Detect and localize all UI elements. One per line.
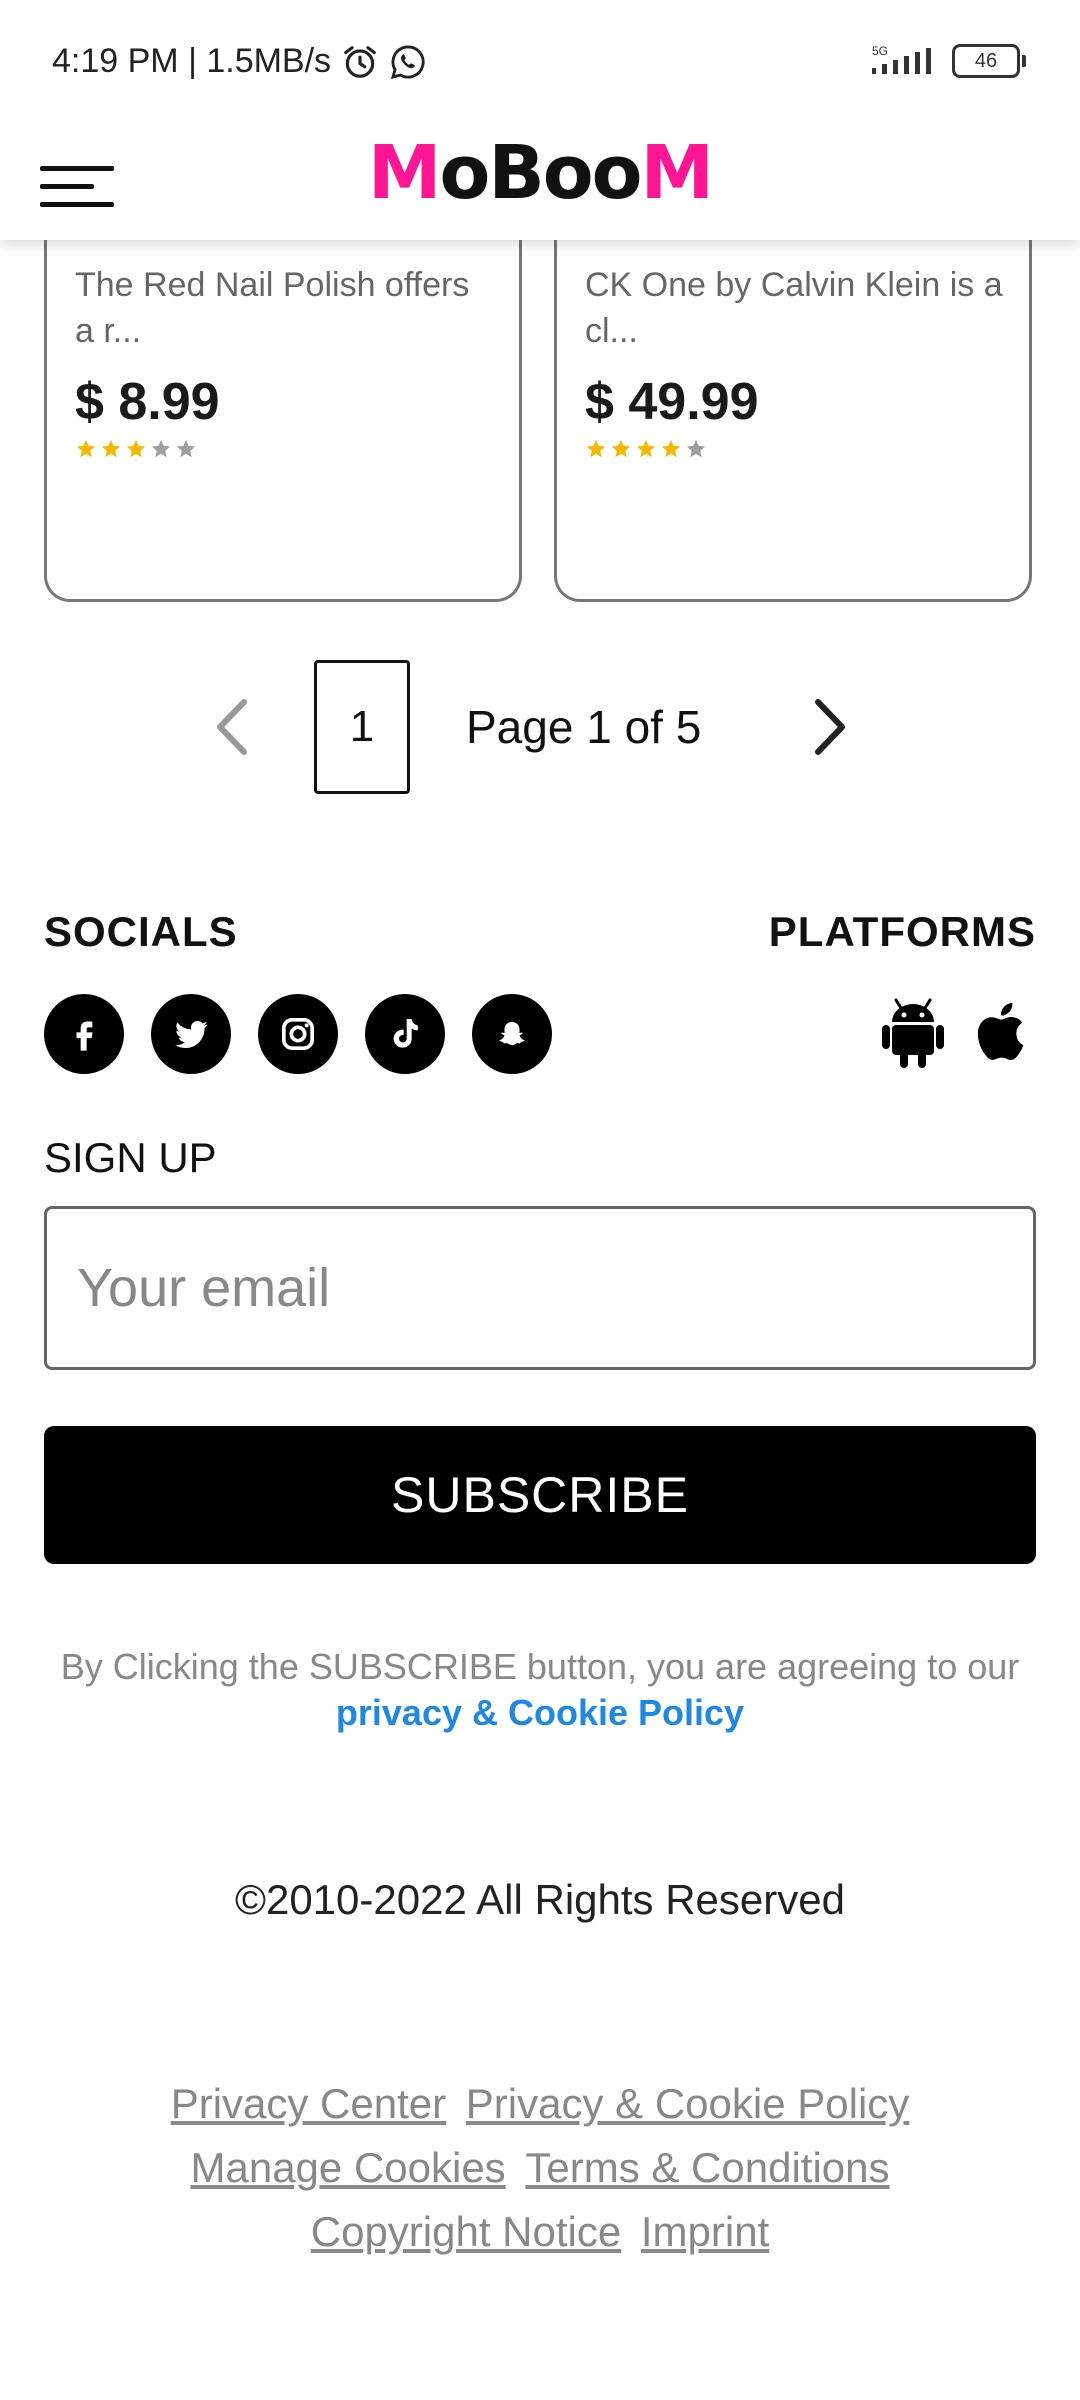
social-links xyxy=(44,994,552,1074)
product-price: $ 8.99 xyxy=(75,373,220,431)
star-filled-icon xyxy=(611,439,631,458)
product-price: $ 49.99 xyxy=(585,373,759,431)
apple-icon[interactable] xyxy=(974,994,1036,1068)
twitter-icon[interactable] xyxy=(151,994,231,1074)
whatsapp-icon xyxy=(390,45,425,79)
brand-logo[interactable]: MoBooM xyxy=(0,130,1080,216)
subscribe-button[interactable]: SUBSCRIBE xyxy=(44,1426,1036,1564)
tiktok-icon[interactable] xyxy=(365,994,445,1074)
logo-letter-middle: oBoo xyxy=(439,130,643,216)
status-right: 5G 46 xyxy=(868,44,1026,78)
instagram-icon[interactable] xyxy=(258,994,338,1074)
facebook-icon[interactable] xyxy=(44,994,124,1074)
star-filled-icon xyxy=(76,439,96,458)
logo-letter-end: M xyxy=(640,130,714,216)
star-rating xyxy=(75,438,197,460)
page-count-label: Page 1 of 5 xyxy=(466,701,702,753)
pagination: 1 Page 1 of 5 xyxy=(0,660,1080,794)
manage-cookies-link[interactable]: Manage Cookies xyxy=(191,2144,506,2191)
privacy-center-link[interactable]: Privacy Center xyxy=(171,2080,446,2127)
status-bar: 4:19 PM | 1.5MB/s 5G 46 xyxy=(0,0,1080,120)
email-field[interactable] xyxy=(44,1206,1036,1370)
product-card[interactable]: The Red Nail Polish offers a r... $ 8.99 xyxy=(44,200,522,602)
star-empty-icon xyxy=(176,439,196,458)
product-description: CK One by Calvin Klein is a cl... xyxy=(585,266,1003,350)
footer-link-row: Privacy Center Privacy & Cookie Policy xyxy=(0,2072,1080,2136)
copyright-notice-link[interactable]: Copyright Notice xyxy=(311,2208,621,2255)
status-left: 4:19 PM | 1.5MB/s xyxy=(52,42,427,81)
footer-link-row: Copyright Notice Imprint xyxy=(0,2200,1080,2264)
logo-letter-start: M xyxy=(367,130,442,216)
consent-text: By Clicking the SUBSCRIBE button, you ar… xyxy=(60,1646,1020,1687)
star-empty-icon xyxy=(686,439,706,458)
star-empty-icon xyxy=(151,439,171,458)
star-filled-icon xyxy=(101,439,121,458)
battery-level: 46 xyxy=(974,50,998,72)
product-description: The Red Nail Polish offers a r... xyxy=(75,266,470,350)
svg-text:5G: 5G xyxy=(872,44,888,58)
current-page-input[interactable]: 1 xyxy=(314,660,410,794)
footer-link-row: Manage Cookies Terms & Conditions xyxy=(0,2136,1080,2200)
alarm-icon xyxy=(344,45,376,78)
product-card[interactable]: CK One by Calvin Klein is a cl... $ 49.9… xyxy=(554,200,1032,602)
star-filled-icon xyxy=(126,439,146,458)
app-header: MoBooM xyxy=(0,120,1080,240)
star-filled-icon xyxy=(586,439,606,458)
consent-text-block: By Clicking the SUBSCRIBE button, you ar… xyxy=(0,1644,1080,1736)
star-filled-icon xyxy=(636,439,656,458)
imprint-link[interactable]: Imprint xyxy=(641,2208,769,2255)
star-filled-icon xyxy=(661,439,681,458)
copyright-text: ©2010-2022 All Rights Reserved xyxy=(235,1876,845,1923)
privacy-policy-link[interactable]: Privacy & Cookie Policy xyxy=(466,2080,909,2127)
terms-link[interactable]: Terms & Conditions xyxy=(525,2144,889,2191)
star-rating xyxy=(585,438,707,460)
socials-heading: SOCIALS xyxy=(44,908,238,955)
snapchat-icon[interactable] xyxy=(472,994,552,1074)
signup-label: SIGN UP xyxy=(44,1134,217,1181)
footer-links: Privacy Center Privacy & Cookie Policy M… xyxy=(0,2072,1080,2264)
platforms-heading: PLATFORMS xyxy=(768,908,1036,955)
battery-indicator: 46 xyxy=(952,44,1026,78)
status-time-speed: 4:19 PM | 1.5MB/s xyxy=(52,42,332,80)
privacy-cookie-policy-link[interactable]: privacy & Cookie Policy xyxy=(336,1692,744,1733)
signal-icon: 5G xyxy=(872,44,931,74)
chevron-left-icon[interactable] xyxy=(208,696,254,758)
android-icon[interactable] xyxy=(882,994,944,1068)
platform-links xyxy=(882,994,1036,1068)
chevron-right-icon[interactable] xyxy=(808,696,854,758)
